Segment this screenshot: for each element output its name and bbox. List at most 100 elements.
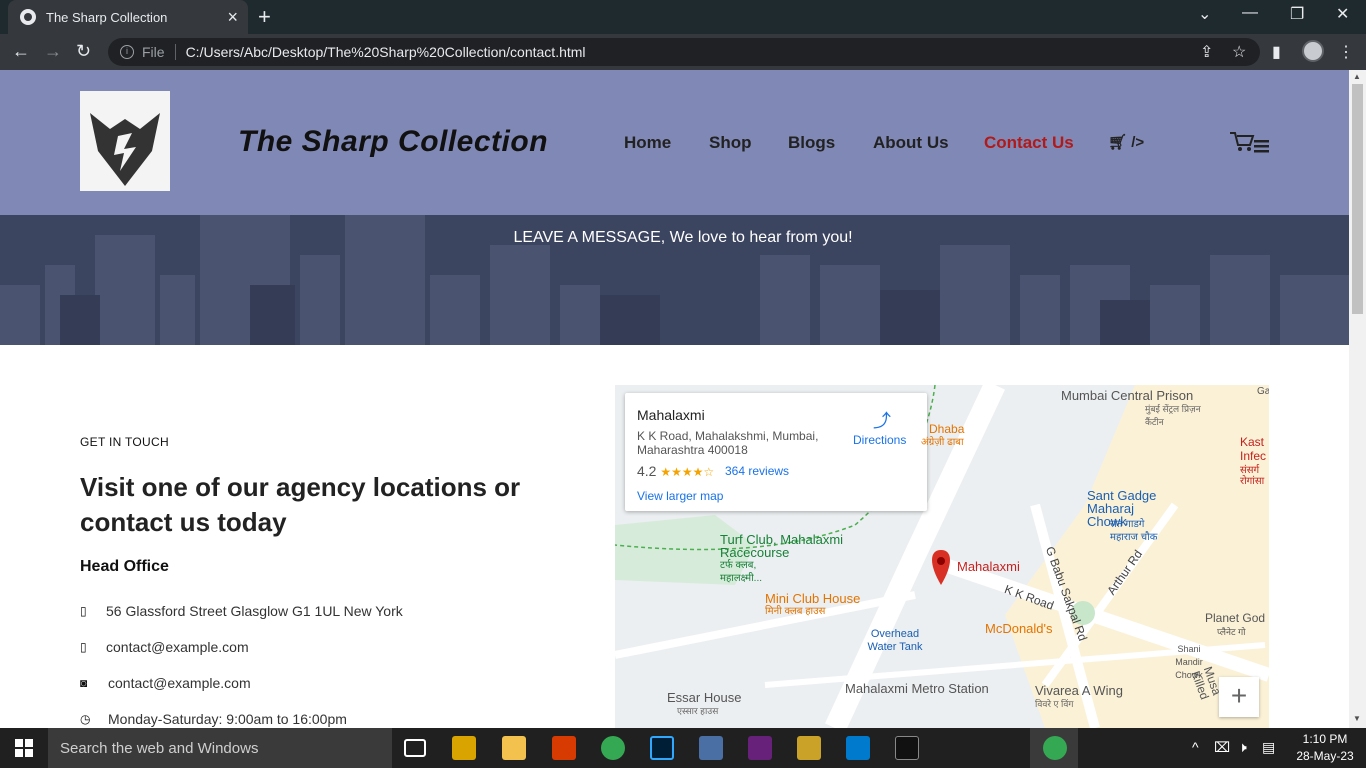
back-icon[interactable]: ←	[12, 41, 30, 62]
close-tab-icon[interactable]: ×	[227, 7, 238, 28]
page-scrollbar[interactable]: ▲ ▼	[1349, 70, 1366, 728]
vscode-icon[interactable]	[846, 736, 870, 760]
nav-cart-text: />	[1131, 134, 1145, 151]
address-row: ▯ 56 Glassford Street Glasglow G1 1UL Ne…	[80, 603, 403, 619]
file-explorer-icon[interactable]	[502, 736, 526, 760]
hours-row: ◷ Monday-Saturday: 9:00am to 16:00pm	[80, 711, 347, 727]
browser-tab[interactable]: The Sharp Collection ×	[8, 0, 248, 34]
nav-about-us[interactable]: About Us	[873, 133, 949, 153]
hero-message: LEAVE A MESSAGE, We love to hear from yo…	[513, 229, 853, 246]
search-placeholder: Search the web and Windows	[60, 739, 259, 757]
nav-home[interactable]: Home	[624, 133, 671, 153]
globe-icon	[20, 9, 36, 25]
clock-date: 28-May-23	[1296, 749, 1354, 763]
scroll-down-icon[interactable]: ▼	[1353, 714, 1361, 723]
map-label-metro: Mahalaxmi Metro Station	[845, 681, 989, 696]
menu-dots-icon[interactable]: ⋮	[1338, 42, 1354, 62]
taskbar-search-box[interactable]: Search the web and Windows	[48, 728, 392, 768]
bookmark-star-icon[interactable]: ☆	[1232, 42, 1246, 62]
map-label-prison: Mumbai Central Prison	[1061, 388, 1194, 403]
terminal-icon[interactable]	[895, 736, 919, 760]
contact-book-icon: ◙	[80, 676, 88, 690]
address-bar-row: ← → ↻ i File C:/Users/Abc/Desktop/The%20…	[0, 34, 1366, 70]
restore-icon[interactable]: ❐	[1290, 4, 1304, 24]
map-label-sant-gadge-hi: संत गाडगे महाराज चौक	[1110, 519, 1158, 543]
url-text[interactable]: C:/Users/Abc/Desktop/The%20Sharp%20Colle…	[186, 44, 586, 60]
rating-stars-icon: ★★★★☆	[660, 465, 715, 479]
map-label-infec: Infec	[1240, 449, 1267, 463]
divider	[174, 44, 176, 60]
map-label-mcdonalds: McDonald's	[985, 621, 1053, 636]
tool-app-icon[interactable]	[699, 736, 723, 760]
window-close-icon[interactable]: ✕	[1336, 4, 1349, 24]
utility-app-icon[interactable]	[797, 736, 821, 760]
larger-map-link[interactable]: View larger map	[637, 489, 723, 503]
place-address: K K Road, Mahalakshmi, Mumbai, Maharasht…	[637, 429, 819, 457]
map-pin-label: Mahalaxmi	[957, 559, 1020, 574]
windows-taskbar: Search the web and Windows ^ ⌧ 🕨︎ ▤ 1:10…	[0, 728, 1366, 768]
phone-icon: ▯	[80, 640, 87, 654]
notifications-icon[interactable]: ▤	[1262, 739, 1275, 756]
email-text-1[interactable]: contact@example.com	[106, 639, 249, 655]
minimize-icon[interactable]: —	[1242, 4, 1258, 22]
start-button[interactable]	[0, 728, 48, 768]
scroll-up-icon[interactable]: ▲	[1353, 72, 1361, 81]
task-view-icon[interactable]	[404, 739, 426, 757]
network-icon[interactable]: ⌧	[1214, 739, 1230, 756]
eyebrow-label: GET IN TOUCH	[80, 435, 169, 449]
scroll-thumb[interactable]	[1352, 84, 1363, 314]
profile-avatar[interactable]	[1302, 40, 1324, 62]
site-logo[interactable]	[80, 91, 170, 191]
taskbar-clock[interactable]: 1:10 PM 28-May-23	[1290, 731, 1360, 765]
side-panel-icon[interactable]: ▮	[1272, 42, 1281, 62]
chrome-icon[interactable]	[601, 736, 625, 760]
reload-icon[interactable]: ↻	[76, 41, 91, 62]
windows-logo-icon	[15, 739, 33, 757]
map-label-vivarea-hi: विवरे ए विंग	[1035, 699, 1074, 709]
directions-link[interactable]: Directions	[853, 433, 906, 447]
url-bar[interactable]: i File C:/Users/Abc/Desktop/The%20Sharp%…	[108, 38, 1260, 66]
hero-banner: LEAVE A MESSAGE, We love to hear from yo…	[0, 215, 1349, 345]
site-header: The Sharp Collection Home Shop Blogs Abo…	[0, 70, 1349, 215]
page-viewport: The Sharp Collection Home Shop Blogs Abo…	[0, 70, 1349, 728]
directions-icon[interactable]: ⤴	[873, 407, 891, 433]
map-label-dhaba: Dhaba	[929, 422, 965, 436]
email-row-2: ◙ contact@example.com	[80, 675, 251, 691]
clock-icon: ◷	[80, 712, 91, 726]
nav-blogs[interactable]: Blogs	[788, 133, 835, 153]
forward-icon[interactable]: →	[44, 41, 62, 62]
google-map[interactable]: Mahalaxmi K K Road, Mahalakshmi, Mumbai,…	[615, 385, 1269, 728]
cart-menu-icon[interactable]	[1228, 130, 1272, 156]
location-icon: ▯	[80, 604, 87, 618]
map-label-rogansa: रोगांसा	[1240, 476, 1265, 487]
map-label-dhaba-hi: अंग्रेज़ी ढाबा	[921, 437, 964, 448]
new-tab-button[interactable]: +	[258, 4, 271, 30]
place-name: Mahalaxmi	[637, 407, 705, 423]
photoshop-icon[interactable]	[650, 736, 674, 760]
presentation-app-icon[interactable]	[552, 736, 576, 760]
map-label-mini-club-hi: मिनी क्लब हाउस	[765, 606, 826, 617]
clock-time: 1:10 PM	[1302, 732, 1348, 746]
app-icon-archive[interactable]	[452, 736, 476, 760]
contact-section: GET IN TOUCH Visit one of our agency loc…	[0, 345, 1349, 728]
map-label-mini-club: Mini Club House	[765, 591, 861, 606]
nav-cart-link[interactable]: 🛒︎ />	[1108, 133, 1144, 151]
volume-icon[interactable]: 🕨︎	[1238, 739, 1247, 756]
brand-title[interactable]: The Sharp Collection	[238, 125, 548, 159]
map-label-kast: Kast	[1240, 435, 1265, 449]
file-label: File	[142, 44, 165, 60]
map-label-essar: Essar House	[667, 690, 742, 705]
map-zoom-in-button[interactable]: +	[1219, 677, 1259, 717]
chrome-running-icon[interactable]	[1043, 736, 1067, 760]
info-icon[interactable]: i	[120, 45, 134, 59]
tab-search-icon[interactable]: ⌄	[1198, 4, 1211, 24]
share-icon[interactable]: ⇪	[1200, 42, 1213, 62]
reviews-link[interactable]: 364 reviews	[725, 464, 789, 478]
nav-contact-us[interactable]: Contact Us	[984, 133, 1074, 153]
tray-chevron-icon[interactable]: ^	[1192, 739, 1199, 755]
email-text-2[interactable]: contact@example.com	[108, 675, 251, 691]
visual-studio-icon[interactable]	[748, 736, 772, 760]
address-text: 56 Glassford Street Glasglow G1 1UL New …	[106, 603, 403, 619]
place-rating: 4.2 ★★★★☆	[637, 463, 714, 479]
nav-shop[interactable]: Shop	[709, 133, 752, 153]
